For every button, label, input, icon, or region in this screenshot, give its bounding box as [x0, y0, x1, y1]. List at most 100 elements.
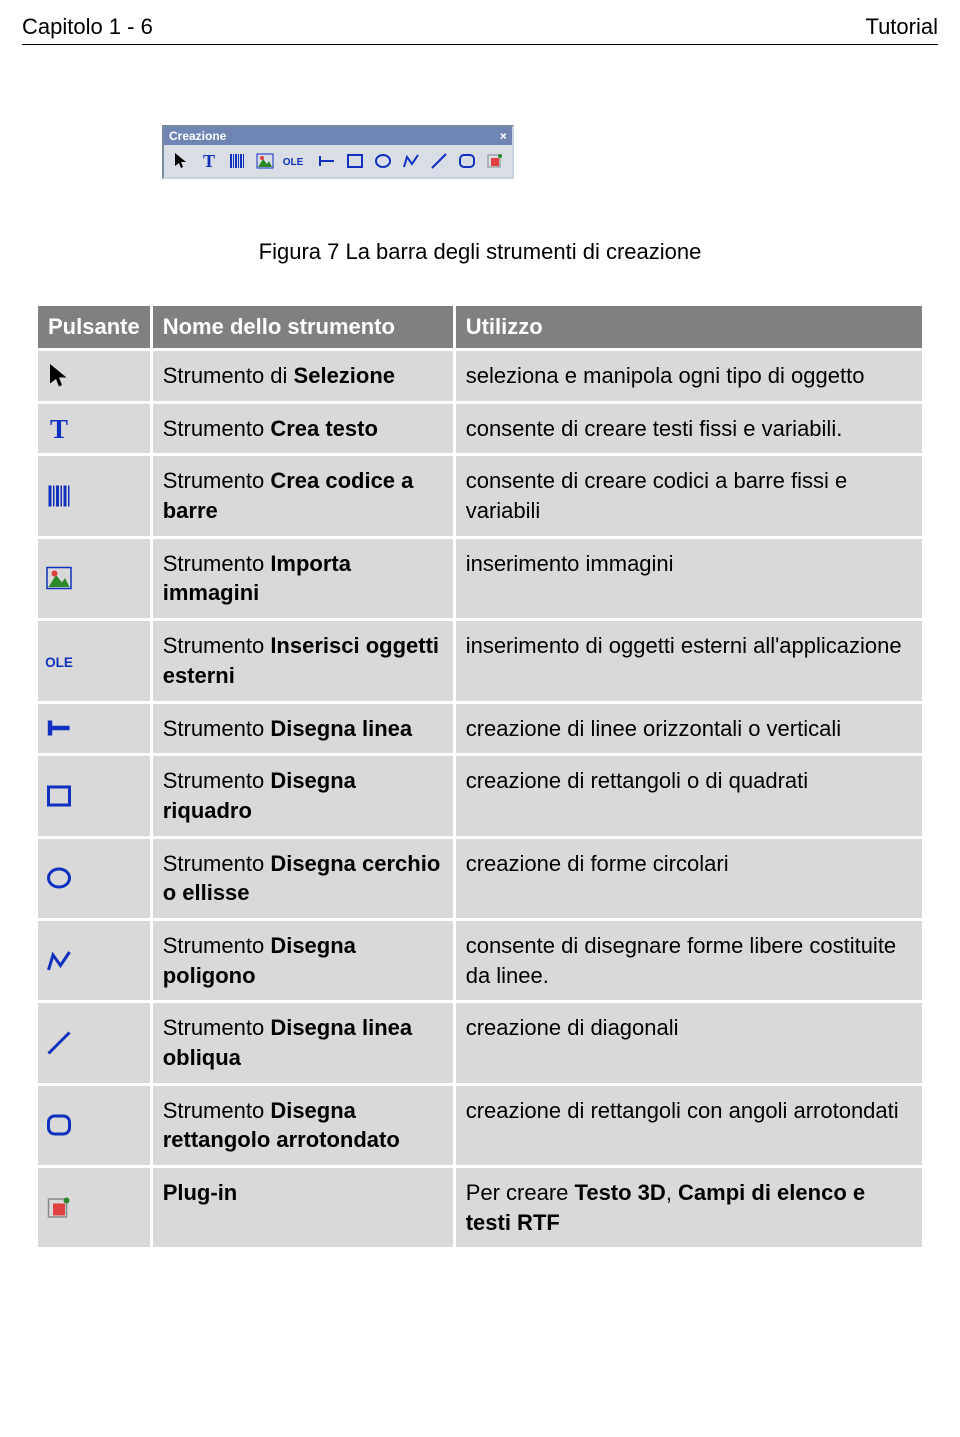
tool-usage-text: consente di creare codici a barre fissi …: [466, 468, 848, 523]
toolbar-buttons: T OLE: [164, 145, 512, 177]
tool-usage-text: creazione di diagonali: [466, 1015, 679, 1040]
select-icon: [38, 351, 150, 401]
tool-name-bold: Plug-in: [163, 1180, 238, 1205]
tool-usage-bold1: Testo 3D: [575, 1180, 666, 1205]
tool-name-cell: Strumento Inserisci oggetti esterni: [153, 621, 453, 700]
tool-usage-cell: creazione di diagonali: [456, 1003, 922, 1082]
toolbar-title-text: Creazione: [169, 129, 226, 143]
tool-name-plain: Strumento: [163, 416, 271, 441]
toolbar-creazione: Creazione × T OLE: [162, 125, 514, 179]
tb-text-button[interactable]: T: [195, 148, 223, 174]
tb-hline-button[interactable]: [313, 148, 341, 174]
table-row: Strumento Disegna riquadro creazione di r…: [38, 756, 922, 835]
table-row: Plug-inPer creare Testo 3D, Campi di ele…: [38, 1168, 922, 1247]
table-row: Strumento Disegna poligonoconsente di di…: [38, 921, 922, 1000]
svg-text:T: T: [50, 414, 68, 444]
tool-usage-cell: creazione di rettangoli o di quadrati: [456, 756, 922, 835]
plugin-icon: [38, 1168, 150, 1247]
tool-usage-text: creazione di forme circolari: [466, 851, 729, 876]
tool-name-plain: Strumento: [163, 1098, 271, 1123]
tool-name-cell: Strumento Crea testo: [153, 404, 453, 454]
tool-name-cell: Strumento Disegna riquadro: [153, 756, 453, 835]
circle-icon: [38, 839, 150, 918]
tool-name-cell: Strumento di Selezione: [153, 351, 453, 401]
tb-barcode-button[interactable]: [223, 148, 251, 174]
divider: [22, 44, 938, 45]
tb-diagonal-button[interactable]: [425, 148, 453, 174]
svg-text:OLE: OLE: [45, 655, 73, 670]
tool-name-plain: Strumento: [163, 933, 271, 958]
tb-rect-button[interactable]: [341, 148, 369, 174]
tool-name-bold: Crea testo: [270, 416, 378, 441]
tb-image-button[interactable]: [251, 148, 279, 174]
rect-icon: [38, 756, 150, 835]
tool-usage-cell: creazione di linee orizzontali o vertica…: [456, 704, 922, 754]
table-row: OLE Strumento Inserisci oggetti esterni in…: [38, 621, 922, 700]
tool-usage-text: consente di disegnare forme libere costi…: [466, 933, 896, 988]
tool-usage-cell: inserimento di oggetti esterni all'appli…: [456, 621, 922, 700]
tool-usage-mid: ,: [666, 1180, 678, 1205]
tool-usage-cell: consente di disegnare forme libere costi…: [456, 921, 922, 1000]
text-icon: T: [38, 404, 150, 454]
page-header: Capitolo 1 - 6 Tutorial: [22, 14, 938, 40]
svg-text:T: T: [203, 151, 215, 171]
tool-name-plain: Strumento: [163, 1015, 271, 1040]
table-row: Strumento Importa immagini inserimento im…: [38, 539, 922, 618]
tb-circle-button[interactable]: [369, 148, 397, 174]
tb-plugin-button[interactable]: [481, 148, 509, 174]
tools-table: Pulsante Nome dello strumento Utilizzo S…: [35, 303, 925, 1250]
table-row: T Strumento Crea testo consente di creare …: [38, 404, 922, 454]
tb-select-button[interactable]: [167, 148, 195, 174]
tool-name-cell: Strumento Disegna poligono: [153, 921, 453, 1000]
hline-icon: [38, 704, 150, 754]
tool-name-plain: Strumento di: [163, 363, 294, 388]
tool-name-plain: Strumento: [163, 468, 271, 493]
table-row: Strumento di Selezione seleziona e manipo…: [38, 351, 922, 401]
tool-name-plain: Strumento: [163, 633, 271, 658]
close-icon[interactable]: ×: [500, 129, 507, 143]
tool-usage-cell: seleziona e manipola ogni tipo di oggett…: [456, 351, 922, 401]
header-left: Capitolo 1 - 6: [22, 14, 153, 40]
tool-usage-text: inserimento immagini: [466, 551, 674, 576]
table-row: Strumento Disegna cerchio o ellisse creaz…: [38, 839, 922, 918]
tb-ole-button[interactable]: OLE: [279, 148, 307, 174]
figure-caption: Figura 7 La barra degli strumenti di cre…: [22, 239, 938, 265]
tool-usage-cell: consente di creare testi fissi e variabi…: [456, 404, 922, 454]
tool-usage-text: consente di creare testi fissi e variabi…: [466, 416, 843, 441]
tool-usage-cell: inserimento immagini: [456, 539, 922, 618]
header-right: Tutorial: [865, 14, 938, 40]
table-row: Strumento Disegna linea creazione di line…: [38, 704, 922, 754]
image-icon: [38, 539, 150, 618]
tool-name-plain: Strumento: [163, 551, 271, 576]
tool-name-cell: Strumento Disegna rettangolo arrotondato: [153, 1086, 453, 1165]
tool-name-cell: Strumento Disegna cerchio o ellisse: [153, 839, 453, 918]
roundrect-icon: [38, 1086, 150, 1165]
barcode-icon: [38, 456, 150, 535]
tool-usage-cell: creazione di forme circolari: [456, 839, 922, 918]
tool-usage-text: creazione di rettangoli con angoli arrot…: [466, 1098, 899, 1123]
tool-usage-text: inserimento di oggetti esterni all'appli…: [466, 633, 902, 658]
tool-usage-cell: creazione di rettangoli con angoli arrot…: [456, 1086, 922, 1165]
tool-name-cell: Strumento Crea codice a barre: [153, 456, 453, 535]
ole-icon: OLE: [38, 621, 150, 700]
tool-name-cell: Plug-in: [153, 1168, 453, 1247]
th-utilizzo: Utilizzo: [456, 306, 922, 348]
polygon-icon: [38, 921, 150, 1000]
diagonal-icon: [38, 1003, 150, 1082]
tool-usage-cell: consente di creare codici a barre fissi …: [456, 456, 922, 535]
tb-polygon-button[interactable]: [397, 148, 425, 174]
tool-usage-text: creazione di rettangoli o di quadrati: [466, 768, 808, 793]
tool-usage-pre: Per creare: [466, 1180, 575, 1205]
toolbar-titlebar: Creazione ×: [164, 127, 512, 145]
table-row: Strumento Disegna rettangolo arrotondato…: [38, 1086, 922, 1165]
tool-name-plain: Strumento: [163, 851, 271, 876]
tool-name-cell: Strumento Disegna linea obliqua: [153, 1003, 453, 1082]
tool-name-cell: Strumento Disegna linea: [153, 704, 453, 754]
tool-name-cell: Strumento Importa immagini: [153, 539, 453, 618]
tool-name-bold: Selezione: [294, 363, 395, 388]
tool-usage-text: creazione di linee orizzontali o vertica…: [466, 716, 841, 741]
tool-name-plain: Strumento: [163, 716, 271, 741]
tool-usage-text: seleziona e manipola ogni tipo di oggett…: [466, 363, 865, 388]
tb-roundrect-button[interactable]: [453, 148, 481, 174]
th-pulsante: Pulsante: [38, 306, 150, 348]
